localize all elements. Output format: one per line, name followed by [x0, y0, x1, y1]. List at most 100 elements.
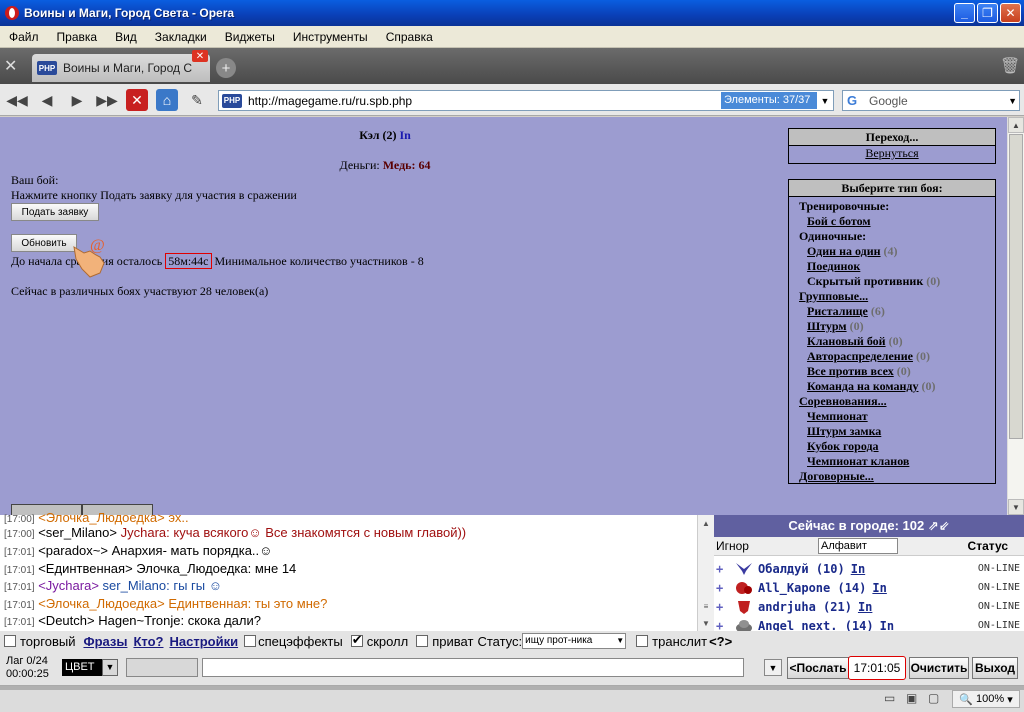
- menu-edit[interactable]: Правка: [48, 30, 107, 44]
- scroll-up-icon[interactable]: ▲: [1008, 117, 1024, 133]
- sort-select[interactable]: Алфавит: [818, 538, 898, 554]
- edit-icon[interactable]: ✎: [186, 89, 208, 111]
- link-city-cup[interactable]: Кубок города: [807, 439, 879, 453]
- chevron-down-icon[interactable]: ▼: [817, 91, 833, 110]
- link-castle-storm[interactable]: Штурм замка: [807, 424, 881, 438]
- link-competitions[interactable]: Соревнования...: [799, 394, 887, 408]
- exit-button[interactable]: Выход: [972, 657, 1018, 679]
- chat-scrollbar[interactable]: ▲ ≡ ▼: [697, 515, 714, 631]
- back-link[interactable]: Вернуться: [865, 146, 918, 160]
- color-select[interactable]: ЦВЕТ ▼: [62, 659, 118, 676]
- clock: 17:01:05: [848, 656, 906, 680]
- help-link[interactable]: <?>: [709, 634, 732, 649]
- link-duel[interactable]: Поединок: [807, 259, 860, 273]
- link-bot-fight[interactable]: Бой с ботом: [807, 214, 871, 228]
- trade-checkbox[interactable]: [4, 635, 16, 647]
- link-championship[interactable]: Чемпионат: [807, 409, 868, 423]
- history-dropdown-icon[interactable]: ▼: [764, 659, 782, 676]
- message-input[interactable]: [202, 658, 744, 677]
- menu-view[interactable]: Вид: [106, 30, 146, 44]
- scroll-label: скролл: [366, 633, 409, 649]
- page-scrollbar[interactable]: ▲ ▼: [1007, 117, 1024, 515]
- trade-label: торговый: [20, 633, 76, 649]
- phrases-link[interactable]: Фразы: [83, 634, 127, 649]
- user-row[interactable]: + All_Kapone (14) In ON-LINE: [714, 578, 1024, 597]
- online-count: Сейчас в городе: 102 ⇗⇙: [714, 515, 1024, 537]
- close-window-button[interactable]: ✕: [1000, 3, 1021, 23]
- menu-file[interactable]: Файл: [0, 30, 48, 44]
- maximize-button[interactable]: ❐: [977, 3, 998, 23]
- chat-controls: торговый Фразы Кто? Настройки спецэффект…: [0, 631, 1024, 651]
- link-arena[interactable]: Ристалище: [807, 304, 868, 318]
- link-clan-fight[interactable]: Клановый бой: [807, 334, 886, 348]
- translit-checkbox[interactable]: [636, 635, 649, 647]
- scroll-down-icon[interactable]: ▼: [698, 615, 714, 631]
- menu-help[interactable]: Справка: [377, 30, 442, 44]
- fast-forward-icon[interactable]: ▶▶: [96, 89, 118, 111]
- user-row[interactable]: + andrjuha (21) In ON-LINE: [714, 597, 1024, 616]
- menu-widgets[interactable]: Виджеты: [216, 30, 284, 44]
- who-link[interactable]: Кто?: [133, 634, 163, 649]
- category-single: Одиночные:: [799, 229, 867, 243]
- status-select[interactable]: ищу прот-ника ▼: [522, 633, 627, 649]
- apply-button[interactable]: Подать заявку: [11, 203, 99, 221]
- refresh-button[interactable]: Обновить: [11, 234, 77, 252]
- chevron-down-icon[interactable]: ▼: [102, 659, 118, 676]
- rewind-icon[interactable]: ◀◀: [6, 89, 28, 111]
- chat-line: [17:01] <Deutch> Hagen~Tronje: скока дал…: [4, 613, 261, 628]
- link-group[interactable]: Групповые...: [799, 289, 868, 303]
- recipient-field[interactable]: [126, 658, 198, 677]
- link-storm[interactable]: Штурм: [807, 319, 847, 333]
- effects-checkbox[interactable]: [244, 635, 257, 647]
- home-icon[interactable]: ⌂: [156, 89, 178, 111]
- chat-line: [17:01] <Элочка_Людоедка> Единтвенная: т…: [4, 596, 328, 611]
- search-field[interactable]: G Google ▼: [842, 90, 1020, 111]
- panel-icon[interactable]: ▭: [884, 691, 895, 705]
- horizontal-scrollbar[interactable]: [0, 686, 1024, 690]
- private-checkbox[interactable]: [416, 635, 429, 647]
- link-all-vs-all[interactable]: Все против всех: [807, 364, 894, 378]
- hero-link[interactable]: In: [399, 128, 410, 142]
- zoom-control[interactable]: 🔍 100% ▾: [952, 690, 1020, 708]
- back-icon[interactable]: ◀: [36, 89, 58, 111]
- stop-icon[interactable]: ✕: [126, 89, 148, 111]
- link-clan-championship[interactable]: Чемпионат кланов: [807, 454, 909, 468]
- link-team[interactable]: Команда на команду: [807, 379, 918, 393]
- ignore-label[interactable]: Игнор: [716, 539, 749, 553]
- clear-button[interactable]: Очистить: [909, 657, 969, 679]
- spiral-icon: @: [90, 237, 105, 254]
- minimize-button[interactable]: _: [954, 3, 975, 23]
- link-one-on-one[interactable]: Один на один: [807, 244, 881, 258]
- count-auto: (0): [915, 349, 930, 363]
- window-titlebar: Воины и Маги, Город Света - Opera _ ❐ ✕: [0, 0, 1024, 26]
- menu-bookmarks[interactable]: Закладки: [146, 30, 216, 44]
- scrollbar-thumb[interactable]: [1009, 134, 1023, 439]
- view-icon[interactable]: ▢: [928, 691, 939, 705]
- scrollbar-grip-icon[interactable]: ≡: [698, 599, 714, 613]
- tab-current[interactable]: PHP Воины и Маги, Город С...: [32, 54, 210, 82]
- url-text[interactable]: http://magegame.ru/ru.spb.php: [248, 94, 412, 108]
- image-icon[interactable]: ▣: [906, 691, 917, 705]
- link-auto[interactable]: Автораспределение: [807, 349, 913, 363]
- chevron-down-icon[interactable]: ▼: [1008, 96, 1017, 106]
- scroll-up-icon[interactable]: ▲: [698, 515, 714, 531]
- clan-emblem-icon: [738, 600, 750, 614]
- opera-logo-icon: [5, 6, 19, 20]
- trash-icon[interactable]: 🗑: [1000, 56, 1020, 76]
- forward-icon[interactable]: ▶: [66, 89, 88, 111]
- translit-label: транслит: [652, 633, 708, 649]
- chat-input-row: Лаг 0/24 00:00:25 ЦВЕТ ▼ ▼ <Послать 17:01:…: [0, 651, 1024, 685]
- address-field[interactable]: PHP http://magegame.ru/ru.spb.php Элемен…: [218, 90, 834, 111]
- link-contract[interactable]: Договорные...: [799, 469, 874, 483]
- scroll-checkbox[interactable]: [350, 632, 363, 648]
- tools-icon[interactable]: ✕: [4, 56, 26, 76]
- transition-panel: Переход... Вернуться: [788, 128, 996, 164]
- user-row[interactable]: + Обалдуй (10) In ON-LINE: [714, 559, 1024, 578]
- google-icon: G: [847, 92, 858, 108]
- scroll-down-icon[interactable]: ▼: [1008, 499, 1024, 515]
- menu-tools[interactable]: Инструменты: [284, 30, 377, 44]
- tab-close-icon[interactable]: ✕: [192, 50, 208, 62]
- send-button[interactable]: <Послать: [787, 657, 849, 679]
- new-tab-icon[interactable]: +: [216, 58, 236, 78]
- settings-link[interactable]: Настройки: [169, 634, 238, 649]
